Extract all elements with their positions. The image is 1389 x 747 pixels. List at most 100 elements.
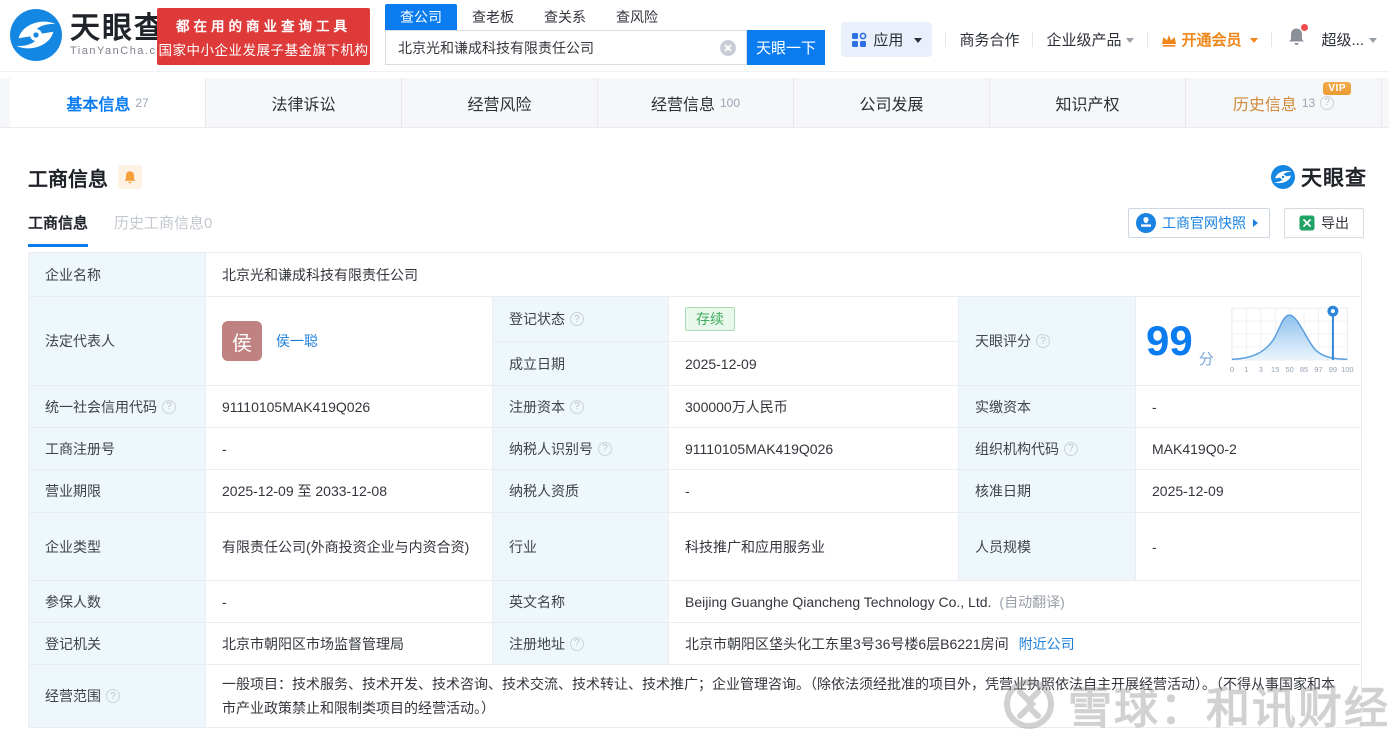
field-label: 组织机构代码 xyxy=(959,428,1136,470)
help-icon[interactable] xyxy=(162,399,176,414)
reg-authority-value: 北京市朝阳区市场监督管理局 xyxy=(206,623,493,665)
field-label: 成立日期 xyxy=(493,342,669,386)
search-tab-relation[interactable]: 查关系 xyxy=(529,4,601,30)
field-label: 参保人数 xyxy=(29,581,206,623)
header-nav: 应用 商务合作 企业级产品 开通会员 超级... xyxy=(841,22,1377,57)
legal-rep-link[interactable]: 侯一聪 xyxy=(276,331,318,351)
org-code-value: MAK419Q0-2 xyxy=(1136,428,1362,470)
notification-bell-icon[interactable] xyxy=(1287,24,1309,52)
help-icon[interactable] xyxy=(570,399,584,414)
taxpayer-quality-value: - xyxy=(669,470,959,513)
approve-date-value: 2025-12-09 xyxy=(1136,470,1362,513)
svg-text:0: 0 xyxy=(1230,365,1234,374)
apps-button[interactable]: 应用 xyxy=(841,22,933,57)
help-icon[interactable] xyxy=(598,441,612,456)
field-label: 纳税人资质 xyxy=(493,470,669,513)
help-icon[interactable] xyxy=(570,312,584,326)
tab-legal[interactable]: 法律诉讼 xyxy=(206,78,402,127)
apps-label: 应用 xyxy=(873,32,904,49)
nav-super[interactable]: 超级... xyxy=(1321,29,1377,50)
search-input[interactable] xyxy=(386,31,746,64)
chevron-down-icon xyxy=(1126,38,1135,47)
top-header: 天眼查 TianYanCha.com 都在用的商业查询工具 国家中小企业发展子基… xyxy=(0,0,1389,72)
tianyancha-logo-icon xyxy=(10,9,62,61)
export-button[interactable]: 导出 xyxy=(1284,208,1364,238)
score-value: 99 xyxy=(1146,317,1193,364)
promo-line2: 国家中小企业发展子基金旗下机构 xyxy=(158,42,369,58)
score-distribution-chart: 0 1 3 15 50 85 97 99 100 xyxy=(1230,305,1353,374)
notification-dot xyxy=(1301,24,1309,31)
clear-icon[interactable] xyxy=(720,40,736,56)
field-label: 注册地址 xyxy=(493,623,669,665)
help-icon[interactable] xyxy=(1064,441,1078,456)
excel-icon xyxy=(1299,215,1315,231)
business-scope-value: 一般项目：技术服务、技术开发、技术咨询、技术交流、技术转让、技术推广；企业管理咨… xyxy=(206,665,1362,728)
search-button[interactable]: 天眼一下 xyxy=(747,30,825,65)
field-label: 统一社会信用代码 xyxy=(29,386,206,428)
status-badge: 存续 xyxy=(685,307,735,331)
tab-development[interactable]: 公司发展 xyxy=(794,78,990,127)
legal-rep-cell: 侯 侯一聪 xyxy=(206,297,493,386)
search-tab-boss[interactable]: 查老板 xyxy=(457,4,529,30)
company-name-value: 北京光和谦成科技有限责任公司 xyxy=(206,253,1362,297)
official-snapshot-button[interactable]: 工商官网快照 xyxy=(1128,208,1270,238)
establish-date-value: 2025-12-09 xyxy=(669,342,959,386)
reg-no-value: - xyxy=(206,428,493,470)
help-icon[interactable] xyxy=(1320,95,1335,110)
vip-badge: VIP xyxy=(1323,82,1351,95)
field-label: 登记状态 xyxy=(493,297,669,342)
tab-ip[interactable]: 知识产权 xyxy=(990,78,1186,127)
subtab-business-info[interactable]: 工商信息 xyxy=(28,212,89,247)
field-label: 实缴资本 xyxy=(959,386,1136,428)
chevron-down-icon xyxy=(1369,38,1377,47)
search-tab-risk[interactable]: 查风险 xyxy=(601,4,673,30)
nearby-companies-link[interactable]: 附近公司 xyxy=(1019,634,1075,654)
tab-history[interactable]: VIP 历史信息 13 xyxy=(1186,78,1382,127)
main-content: 工商信息 天眼查 工商信息 历史工商信息0 工商官网快照 导出 企业名称 北京光… xyxy=(0,129,1389,747)
help-icon[interactable] xyxy=(106,689,120,703)
field-label: 核准日期 xyxy=(959,470,1136,513)
brand-logo[interactable]: 天眼查 TianYanCha.com xyxy=(10,9,175,61)
chevron-down-icon xyxy=(1250,38,1259,47)
subtab-history-info[interactable]: 历史工商信息0 xyxy=(114,212,212,247)
section-title: 工商信息 xyxy=(28,168,108,191)
insured-value: - xyxy=(206,581,493,623)
auto-translate-note: (自动翻译) xyxy=(999,593,1065,610)
field-label: 纳税人识别号 xyxy=(493,428,669,470)
divider xyxy=(1032,32,1034,47)
tab-business-info[interactable]: 经营信息 100 xyxy=(598,78,794,127)
reg-status-cell: 存续 xyxy=(669,297,959,342)
business-term-value: 2025-12-09 至 2033-12-08 xyxy=(206,470,493,513)
taxpayer-id-value: 91110105MAK419Q026 xyxy=(669,428,959,470)
search-tab-company[interactable]: 查公司 xyxy=(385,4,457,30)
promo-banner: 都在用的商业查询工具 国家中小企业发展子基金旗下机构 xyxy=(157,8,370,65)
field-label: 人员规模 xyxy=(959,513,1136,581)
subscribe-bell-icon[interactable] xyxy=(118,165,142,189)
promo-line1: 都在用的商业查询工具 xyxy=(176,18,351,34)
field-label: 企业名称 xyxy=(29,253,206,297)
nav-cooperation[interactable]: 商务合作 xyxy=(959,29,1019,50)
tab-risk[interactable]: 经营风险 xyxy=(402,78,598,127)
nav-enterprise[interactable]: 企业级产品 xyxy=(1046,29,1135,50)
staff-size-value: - xyxy=(1136,513,1362,581)
business-info-table: 企业名称 北京光和谦成科技有限责任公司 法定代表人 侯 侯一聪 登记状态 存续 … xyxy=(28,252,1362,728)
avatar[interactable]: 侯 xyxy=(222,321,262,361)
field-label: 英文名称 xyxy=(493,581,669,623)
chevron-down-icon xyxy=(914,38,923,47)
svg-text:3: 3 xyxy=(1258,365,1262,374)
arrow-right-icon xyxy=(1253,219,1262,227)
company-tabbar: 基本信息 27 法律诉讼 经营风险 经营信息 100 公司发展 知识产权 VIP… xyxy=(0,78,1389,128)
field-label: 工商注册号 xyxy=(29,428,206,470)
svg-text:1: 1 xyxy=(1244,365,1248,374)
tab-basic-info[interactable]: 基本信息 27 xyxy=(10,78,206,127)
svg-text:50: 50 xyxy=(1285,365,1293,374)
svg-text:15: 15 xyxy=(1271,365,1279,374)
help-icon[interactable] xyxy=(1036,334,1050,348)
svg-text:97: 97 xyxy=(1314,365,1322,374)
nav-membership[interactable]: 开通会员 xyxy=(1161,29,1259,50)
tianyancha-company-page: 天眼查 TianYanCha.com 都在用的商业查询工具 国家中小企业发展子基… xyxy=(0,0,1389,747)
help-icon[interactable] xyxy=(570,636,584,651)
tianyancha-logo-icon xyxy=(1271,165,1295,189)
crown-icon xyxy=(1162,34,1177,47)
field-label: 注册资本 xyxy=(493,386,669,428)
